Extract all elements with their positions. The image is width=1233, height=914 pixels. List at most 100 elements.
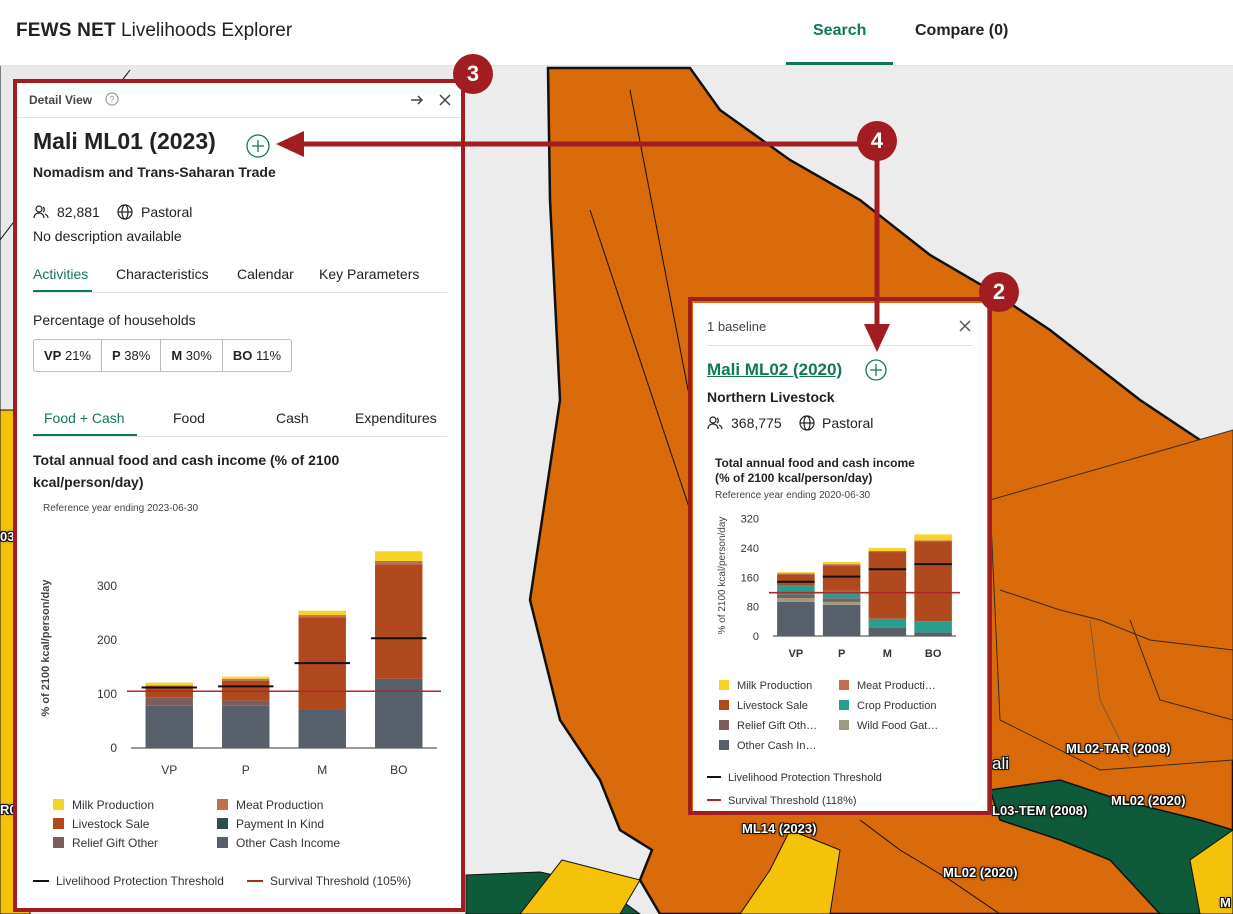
- bar-segment-meat-production-p: [822, 564, 861, 566]
- wealth-group-percentages: VP 21% P 38% M 30% BO 11%: [33, 339, 293, 372]
- bar-segment-other-cash-income-m: [868, 627, 907, 636]
- compare-legend-other-cash: Other Cash In…: [719, 740, 816, 752]
- compare-type: Pastoral: [822, 415, 874, 431]
- map-label-ml02-east[interactable]: ML02 (2020): [1111, 793, 1185, 808]
- tabs-divider: [33, 292, 447, 293]
- bar-segment-milk-production-bo: [375, 551, 423, 561]
- bar-segment-relief-gift-other-vp: [777, 594, 815, 599]
- brand-name: FEWS NET: [16, 20, 116, 41]
- bar-segment-meat-production-bo: [375, 560, 423, 565]
- map-label-edge-left: 03: [0, 529, 15, 544]
- app-brand[interactable]: FEWS NET Livelihoods Explorer: [16, 20, 292, 42]
- map-label-country: ali: [992, 754, 1010, 773]
- y-tick-label: 200: [97, 633, 117, 647]
- y-tick-label: 320: [741, 514, 759, 526]
- bar-segment-livestock-sale-vp: [145, 687, 193, 698]
- livelihood-type: Pastoral: [141, 204, 193, 220]
- x-tick-label-p: P: [838, 648, 845, 660]
- population-icon: [33, 204, 49, 220]
- y-tick-label: 300: [97, 579, 117, 593]
- compare-subtitle: Northern Livestock: [707, 389, 835, 405]
- compare-close-icon[interactable]: [958, 319, 972, 333]
- help-icon[interactable]: ?: [105, 92, 119, 106]
- compare-legend-lpt: Livelihood Protection Threshold: [707, 772, 882, 784]
- annotation-badge-2: 2: [979, 272, 1019, 312]
- bar-segment-livestock-sale-bo: [914, 541, 952, 622]
- nav-search-tab[interactable]: Search: [813, 22, 866, 40]
- app-header: FEWS NET Livelihoods Explorer Search Com…: [0, 0, 1233, 66]
- compare-add-icon[interactable]: [865, 359, 887, 381]
- x-tick-label-vp: VP: [161, 763, 177, 777]
- bar-segment-wild-food-gathering-p: [822, 601, 861, 605]
- bar-segment-relief-gift-other-p: [822, 598, 861, 602]
- map-label-ml03-tem[interactable]: L03-TEM (2008): [992, 803, 1087, 818]
- y-tick-label: 240: [741, 543, 759, 555]
- bar-segment-meat-production-bo: [914, 540, 952, 542]
- y-axis-label: % of 2100 kcal/person/day: [40, 579, 52, 717]
- bar-segment-other-cash-income-p: [822, 604, 861, 636]
- compare-legend-relief: Relief Gift Oth…: [719, 720, 817, 732]
- detail-view-label: Detail View: [29, 93, 93, 107]
- compare-population: 368,775: [731, 415, 782, 431]
- detail-income-chart: 0 100 200 300 % of 2100 kcal/person/day VP P M B…: [40, 551, 441, 777]
- population-value: 82,881: [57, 204, 100, 220]
- y-tick-label: 160: [741, 572, 759, 584]
- x-tick-label-m: M: [317, 763, 327, 777]
- bar-segment-milk-production-m: [868, 548, 907, 551]
- bar-segment-milk-production-p: [222, 676, 270, 679]
- nav-compare-tab[interactable]: Compare (0): [915, 22, 1008, 40]
- tab-activities[interactable]: Activities: [33, 266, 88, 282]
- annotation-badge-3: 3: [453, 54, 493, 94]
- tab-characteristics[interactable]: Characteristics: [116, 266, 209, 282]
- compare-legend-livestock: Livestock Sale: [719, 700, 808, 712]
- expand-arrow-icon[interactable]: [409, 92, 425, 108]
- x-tick-label-bo: BO: [925, 648, 942, 660]
- map-label-ml14[interactable]: ML14 (2023): [742, 821, 816, 836]
- compare-population-icon: [707, 415, 723, 431]
- bar-segment-other-cash-income-vp: [777, 601, 815, 636]
- nav-active-indicator: [786, 62, 893, 65]
- map-label-ml02-tar[interactable]: ML02-TAR (2008): [1066, 741, 1171, 756]
- bar-segment-livestock-sale-bo: [375, 564, 423, 679]
- bar-segment-crop-production-bo: [914, 621, 952, 633]
- y-axis-label: % of 2100 kcal/person/day: [717, 517, 728, 635]
- y-tick-label: 80: [747, 602, 759, 614]
- bar-segment-milk-production-bo: [914, 534, 952, 541]
- map-label-edge-left-2: R0: [0, 802, 17, 817]
- compare-legend-wild-food: Wild Food Gat…: [839, 720, 938, 732]
- bar-segment-meat-production-vp: [777, 573, 815, 575]
- add-to-compare-icon[interactable]: [246, 134, 270, 158]
- compare-header-divider: [707, 345, 973, 346]
- compare-title-link[interactable]: Mali ML02 (2020): [707, 360, 842, 380]
- bar-segment-other-cash-income-m: [298, 709, 346, 748]
- y-tick-label: 0: [110, 741, 117, 755]
- bar-segment-other-cash-income-bo: [914, 632, 952, 636]
- compare-chart-title-line1: Total annual food and cash income: [715, 456, 915, 470]
- tab-calendar[interactable]: Calendar: [237, 266, 294, 282]
- pct-m[interactable]: M 30%: [161, 340, 223, 371]
- compare-legend-milk: Milk Production: [719, 680, 812, 692]
- x-tick-label-vp: VP: [789, 648, 804, 660]
- compare-chart-title-line2: (% of 2100 kcal/person/day): [715, 471, 873, 485]
- map-label-ml02-south[interactable]: ML02 (2020): [943, 865, 1017, 880]
- description-text: No description available: [33, 228, 182, 244]
- pct-p[interactable]: P 38%: [102, 340, 162, 371]
- compare-income-chart: 0 80 160 240 320 % of 2100 kcal/person/day VP P…: [717, 514, 960, 660]
- bar-segment-relief-gift-other-vp: [145, 697, 193, 706]
- bar-segment-meat-production-m: [298, 615, 346, 618]
- x-tick-label-m: M: [883, 648, 892, 660]
- bar-segment-wild-food-gathering-vp: [777, 598, 815, 602]
- globe-icon: [117, 204, 133, 220]
- bar-segment-milk-production-p: [822, 561, 861, 565]
- compare-baseline-count: 1 baseline: [707, 319, 767, 334]
- y-tick-label: 0: [753, 631, 759, 643]
- tab-key-parameters[interactable]: Key Parameters: [319, 266, 419, 282]
- y-tick-label: 100: [97, 687, 117, 701]
- compare-legend-crop: Crop Production: [839, 700, 937, 712]
- pct-vp[interactable]: VP 21%: [34, 340, 102, 371]
- close-icon[interactable]: [437, 92, 453, 108]
- pct-households-label: Percentage of households: [33, 312, 196, 328]
- pct-bo[interactable]: BO 11%: [223, 340, 291, 371]
- bar-segment-meat-production-p: [222, 678, 270, 681]
- compare-globe-icon: [799, 415, 815, 431]
